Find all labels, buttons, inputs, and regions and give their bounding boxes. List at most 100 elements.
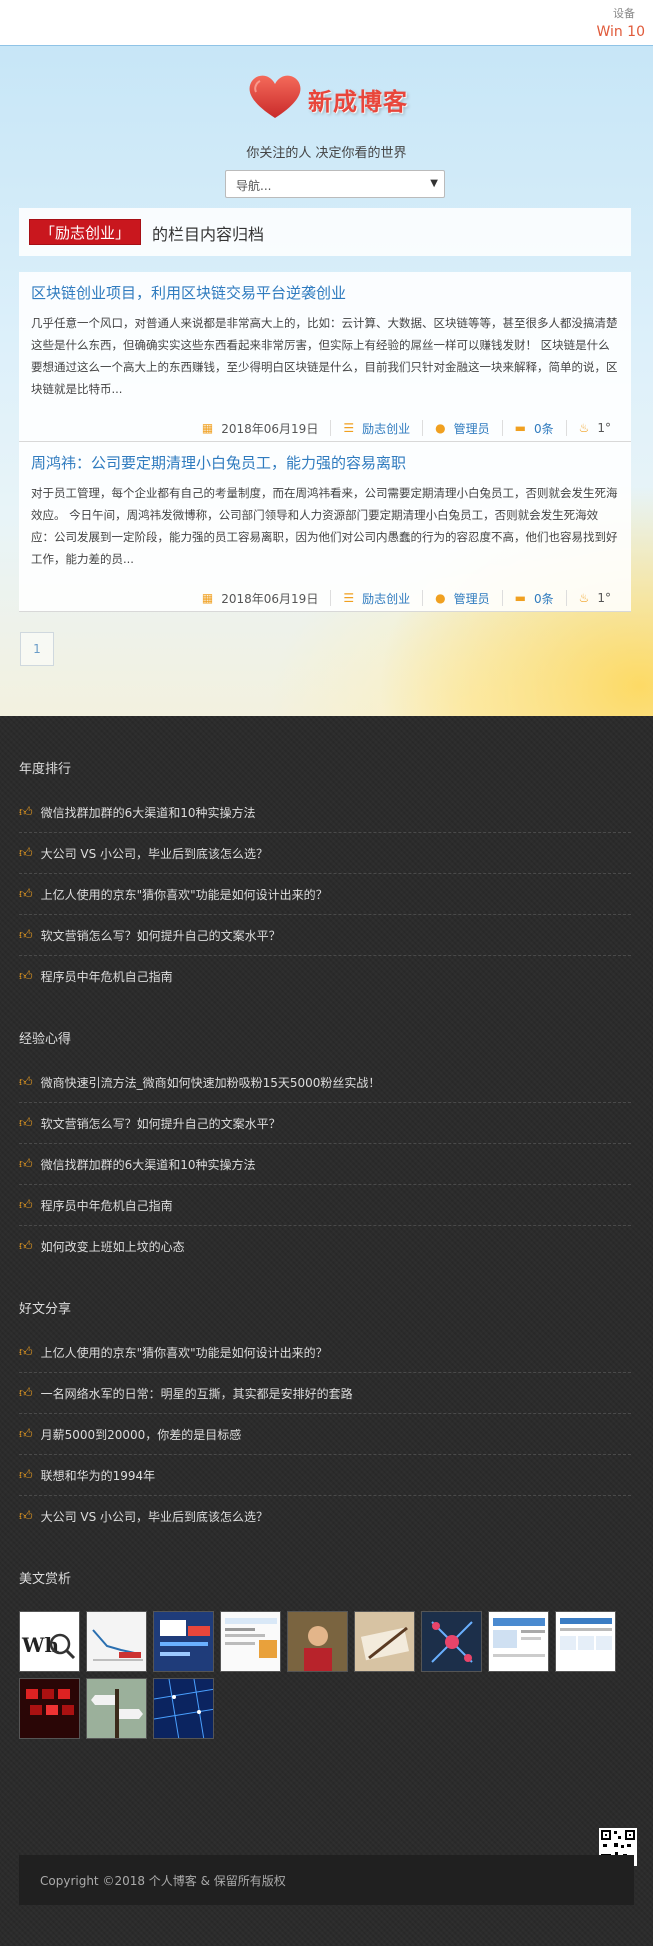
device-label: 设备 [613,7,635,20]
thumbs-up-icon: 👍︎ [19,1385,33,1401]
thumbs-up-icon: 👍︎ [19,886,33,902]
category-description: 的栏目内容归档 [152,225,265,244]
meta-comments[interactable]: ▬ 0条 [503,590,567,606]
gallery-thumbnail[interactable] [86,1678,147,1739]
list-item[interactable]: 👍︎ 微信找群加群的6大渠道和10种实操方法 [19,792,631,833]
section-list-ranking: 👍︎ 微信找群加群的6大渠道和10种实操方法 👍︎ 大公司 VS 小公司，毕业后到底… [19,792,631,997]
meta-author[interactable]: ● 管理员 [423,590,503,606]
meta-category[interactable]: ☰ 励志创业 [331,420,424,436]
thumbs-up-icon: 👍︎ [19,927,33,943]
list-item[interactable]: 👍︎ 月薪5000到20000，你差的是目标感 [19,1414,631,1455]
article-excerpt: 对于员工管理，每个企业都有自己的考量制度，而在周鸿祎看来，公司需要定期清理小白兔… [31,486,618,566]
list-item[interactable]: 👍︎ 程序员中年危机自己指南 [19,1185,631,1226]
thumbs-up-icon: 👍︎ [19,1426,33,1442]
section-title: 经验心得 [19,1032,72,1047]
section-title: 好文分享 [19,1302,72,1317]
network-grid-image [154,1679,213,1738]
article-excerpt: 几乎任意一个风口，对普通人来说都是非常高大上的，比如：云计算、大数据、区块链等等… [31,316,618,396]
gallery-thumbnail[interactable] [555,1611,616,1672]
thumbs-up-icon: 👍︎ [19,804,33,820]
chart-image [92,1629,143,1661]
device-os-link[interactable]: Win 10 [596,24,645,40]
list-item[interactable]: 👍︎ 微商快速引流方法_微商如何快速加粉吸粉15天5000粉丝实战！ [19,1062,631,1103]
copyright-text: Copyright ©2018 个人博客 & 保留所有版权 [40,1874,286,1888]
site-slogan: 你关注的人 决定你看的世界 [246,146,407,161]
list-item[interactable]: 👍︎ 一名网络水军的日常：明星的互撕，其实都是安排好的套路 [19,1373,631,1414]
thumbs-up-icon: 👍︎ [19,1467,33,1483]
section-list-experience: 👍︎ 微商快速引流方法_微商如何快速加粉吸粉15天5000粉丝实战！ 👍︎ 软文营销… [19,1062,631,1267]
copyright-bar: Copyright ©2018 个人博客 & 保留所有版权 [19,1855,634,1905]
gallery-thumbnail[interactable] [19,1678,80,1739]
gallery-thumbnail[interactable] [287,1611,348,1672]
signpost-image [87,1679,146,1738]
paper-pen-image [355,1612,414,1671]
gallery-thumbnail[interactable] [488,1611,549,1672]
meta-date: ▦ 2018年06月19日 [190,590,332,606]
thumbs-up-icon: 👍︎ [19,1156,33,1172]
webpage-image [225,1618,277,1658]
main-content: 新成博客 你关注的人 决定你看的世界 导航... ▼ 「励志创业」 的栏目内容归… [0,46,653,716]
footer: 年度排行 👍︎ 微信找群加群的6大渠道和10种实操方法 👍︎ 大公司 VS 小公司，… [0,716,653,1946]
speaker-photo [288,1612,347,1671]
meta-likes: ♨ 1° [578,591,611,605]
gallery-thumbnail[interactable] [153,1611,214,1672]
fire-icon: ♨ [578,591,590,605]
article-title-link[interactable]: 周鸿祎：公司要定期清理小白兔员工，能力强的容易离职 [31,452,406,473]
section-list-sharing: 👍︎ 上亿人使用的京东"猜你喜欢"功能是如何设计出来的？ 👍︎ 一名网络水军的日常：… [19,1332,631,1537]
gallery-thumbnail[interactable] [153,1678,214,1739]
meta-category[interactable]: ☰ 励志创业 [331,590,424,606]
device-bar: 设备 Win 10 [0,0,653,46]
category-banner: 「励志创业」 的栏目内容归档 [19,208,631,256]
list-item[interactable]: 👍︎ 软文营销怎么写？如何提升自己的文案水平？ [19,1103,631,1144]
gallery-thumbnail[interactable] [220,1611,281,1672]
thumbs-up-icon: 👍︎ [19,1197,33,1213]
list-item[interactable]: 👍︎ 上亿人使用的京东"猜你喜欢"功能是如何设计出来的？ [19,1332,631,1373]
thumbs-up-icon: 👍︎ [19,969,33,984]
comment-icon: ▬ [514,591,526,605]
category-tag: 「励志创业」 [29,219,142,245]
meta-author[interactable]: ● 管理员 [423,420,503,436]
article-card: 周鸿祎：公司要定期清理小白兔员工，能力强的容易离职 对于员工管理，每个企业都有自… [19,442,631,612]
list-item[interactable]: 👍︎ 联想和华为的1994年 [19,1455,631,1496]
gallery-thumbnail[interactable]: Wh [19,1611,80,1672]
network-image [160,1620,210,1656]
list-item[interactable]: 👍︎ 如何改变上班如上坟的心态 [19,1226,631,1267]
gallery-thumbnail[interactable] [421,1611,482,1672]
article-meta: ▦ 2018年06月19日 ☰ 励志创业 ● 管理员 ▬ 0条 ♨ 1° [190,585,623,611]
list-item[interactable]: 👍︎ 上亿人使用的京东"猜你喜欢"功能是如何设计出来的？ [19,874,631,915]
site-logo[interactable]: 新成博客 [246,68,436,124]
meta-date: ▦ 2018年06月19日 [190,420,332,436]
list-icon: ☰ [343,591,355,605]
gallery-thumbnail[interactable] [86,1611,147,1672]
webpage-image [493,1618,545,1657]
meta-likes: ♨ 1° [578,421,611,435]
heart-logo-icon [249,75,301,118]
pagination-page-1[interactable]: 1 [20,632,54,666]
site-name: 新成博客 [308,87,408,116]
thumbs-up-icon: 👍︎ [19,845,33,861]
comment-icon: ▬ [514,421,526,435]
gallery-thumbnail[interactable] [354,1611,415,1672]
calendar-icon: ▦ [201,421,214,435]
thumbs-up-icon: 👍︎ [19,1074,33,1090]
section-title: 美文赏析 [19,1572,72,1587]
list-item[interactable]: 👍︎ 大公司 VS 小公司，毕业后到底该怎么选？ [19,1496,631,1537]
article-title-link[interactable]: 区块链创业项目，利用区块链交易平台逆袭创业 [31,282,346,303]
nav-select-value: 导航... [236,179,272,193]
nav-select[interactable]: 导航... ▼ [225,170,445,198]
list-item[interactable]: 👍︎ 程序员中年危机自己指南 [19,956,631,997]
caret-down-icon: ▼ [430,178,438,189]
molecule-image [431,1621,473,1663]
list-item[interactable]: 👍︎ 微信找群加群的6大渠道和10种实操方法 [19,1144,631,1185]
list-item[interactable]: 👍︎ 软文营销怎么写？如何提升自己的文案水平？ [19,915,631,956]
webpage-image [560,1618,612,1650]
user-icon: ● [435,591,446,605]
meta-comments[interactable]: ▬ 0条 [503,420,567,436]
thumbs-up-icon: 👍︎ [19,1344,33,1360]
calendar-icon: ▦ [201,591,214,605]
thumbs-up-icon: 👍︎ [19,1239,33,1254]
fire-icon: ♨ [578,421,590,435]
list-item[interactable]: 👍︎ 大公司 VS 小公司，毕业后到底该怎么选？ [19,833,631,874]
article-meta: ▦ 2018年06月19日 ☰ 励志创业 ● 管理员 ▬ 0条 ♨ 1° [190,415,623,441]
keyboard-image [20,1679,79,1738]
